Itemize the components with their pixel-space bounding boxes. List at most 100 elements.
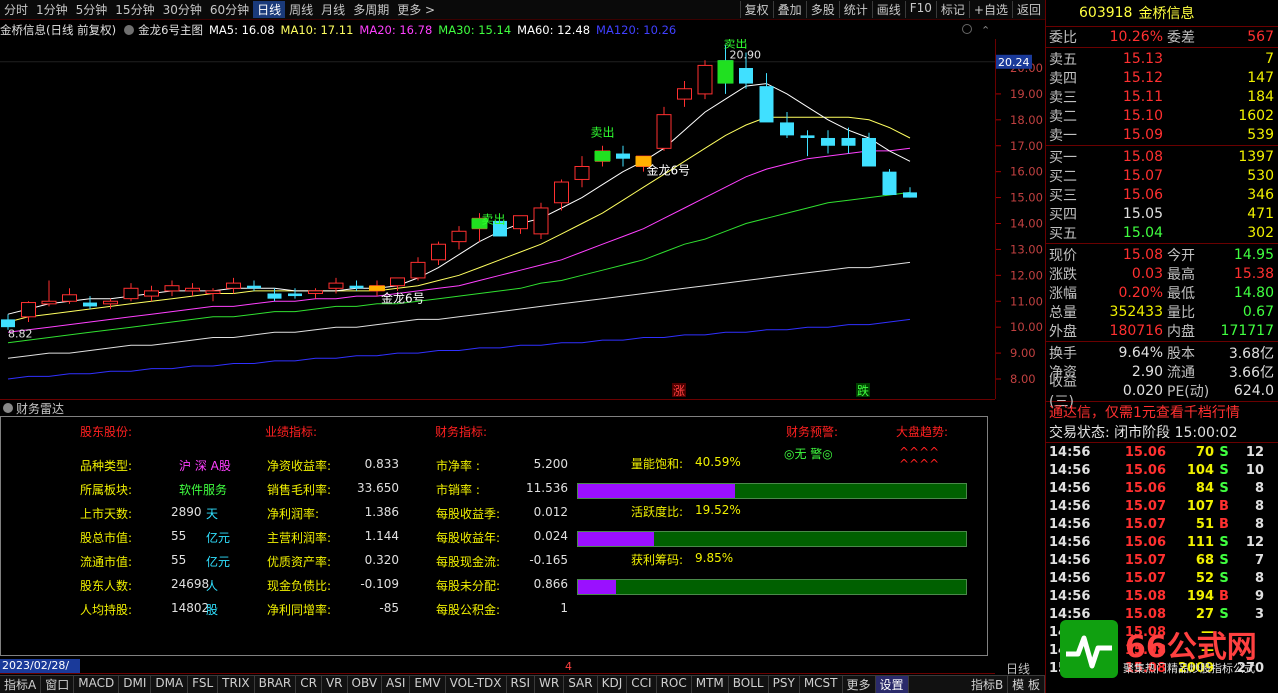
indicator-tab[interactable]: ASI	[382, 676, 411, 693]
tool-button[interactable]: 复权	[739, 1, 773, 18]
period-tab[interactable]: 60分钟	[206, 1, 253, 18]
high-price-label: 20.90	[730, 49, 762, 62]
period-tab[interactable]: 15分钟	[111, 1, 158, 18]
radar-value: 1.386	[364, 505, 399, 519]
gauge-value: 9.85%	[695, 551, 734, 565]
period-tab[interactable]: 更多 >	[393, 1, 439, 18]
tool-button[interactable]: 画线	[871, 1, 905, 18]
period-tab[interactable]: 月线	[317, 1, 349, 18]
indicator-tab[interactable]: SAR	[564, 676, 598, 693]
radar-value: -0.109	[360, 577, 399, 591]
indicator-tab[interactable]: BOLL	[729, 676, 769, 693]
indicator-tab[interactable]: 指标A	[0, 676, 42, 693]
stat-value: 180716	[1109, 322, 1163, 339]
gauge-value: 19.52%	[695, 503, 741, 517]
stock-name: 金桥信息	[1138, 6, 1195, 22]
indicator-menu-icon[interactable]	[124, 25, 135, 35]
ma-legend-item: MA5: 16.08	[208, 23, 275, 37]
order-level-label: 卖五	[1049, 51, 1077, 68]
tool-button[interactable]: +自选	[968, 1, 1012, 18]
kline-chart[interactable]: 20.908.82卖出卖出卖出金龙6号金龙6号涨跌	[0, 39, 995, 399]
ad-banner[interactable]: 通达信，仅需1元查看千档行情	[1046, 403, 1278, 423]
ask-row[interactable]: 卖一 15.09 539	[1046, 125, 1278, 144]
tool-button[interactable]: F10	[904, 1, 936, 18]
bid-row[interactable]: 买一 15.08 1397	[1046, 147, 1278, 166]
period-tabs: 分时 1分钟 5分钟 15分钟 30分钟 60分钟 日线 周线 月线 多周期 更多 >	[0, 1, 439, 18]
order-volume: 530	[1247, 167, 1274, 184]
bid-row[interactable]: 买三 15.06 346	[1046, 185, 1278, 204]
close-indicator-icon[interactable]	[962, 24, 972, 34]
tool-button[interactable]: 叠加	[772, 1, 806, 18]
period-tab[interactable]: 1分钟	[32, 1, 72, 18]
tick-row: 14:56 15.07 51 B 8	[1046, 515, 1278, 533]
indicator-tab[interactable]: EMV	[410, 676, 446, 693]
radar-collapse-icon[interactable]	[3, 403, 13, 413]
indicator-tab[interactable]: RSI	[507, 676, 536, 693]
indicator-tab[interactable]: DMA	[151, 676, 189, 693]
radar-key: 每股现金流:	[436, 555, 501, 569]
indicator-tab[interactable]: CR	[296, 676, 322, 693]
period-tab[interactable]: 30分钟	[159, 1, 206, 18]
radar-key: 净利润率:	[267, 507, 320, 521]
radar-key: 股总市值:	[80, 531, 133, 545]
indicator-tab[interactable]: MTM	[692, 676, 729, 693]
indicator-tab[interactable]: PSY	[769, 676, 800, 693]
period-tab[interactable]: 5分钟	[72, 1, 112, 18]
period-tab[interactable]: 多周期	[349, 1, 393, 18]
bid-row[interactable]: 买五 15.04 302	[1046, 223, 1278, 242]
tick-row: 14:56 15.06 84 S 8	[1046, 479, 1278, 497]
indicator-tab[interactable]: VR	[322, 676, 348, 693]
order-volume: 302	[1247, 224, 1274, 241]
bid-row[interactable]: 买四 15.05 471	[1046, 204, 1278, 223]
indicator-side-tab[interactable]: 模 板	[1008, 676, 1045, 693]
period-tab[interactable]: 日线	[253, 1, 286, 18]
period-tab[interactable]: 分时	[0, 1, 32, 18]
gauge-fill	[578, 532, 654, 546]
ask-row[interactable]: 卖三 15.11 184	[1046, 87, 1278, 106]
tool-button[interactable]: 统计	[838, 1, 872, 18]
indicator-tab[interactable]: VOL-TDX	[446, 676, 507, 693]
order-volume: 1397	[1238, 148, 1274, 165]
bid-row[interactable]: 买二 15.07 530	[1046, 166, 1278, 185]
order-price: 15.06	[1122, 186, 1163, 203]
indicator-tab[interactable]: DMI	[119, 676, 152, 693]
stat-value: 15.38	[1233, 265, 1274, 282]
expand-icon[interactable]: ⌃	[981, 24, 990, 37]
indicator-tab[interactable]: 设置	[875, 676, 909, 693]
tick-row: 14:56 15.08 194 B 9	[1046, 587, 1278, 605]
indicator-tab[interactable]: MACD	[74, 676, 120, 693]
ask-row[interactable]: 卖二 15.10 1602	[1046, 106, 1278, 125]
radar-key: 股东人数:	[80, 579, 133, 593]
indicator-tab[interactable]: FSL	[188, 676, 219, 693]
tool-button[interactable]: 返回	[1011, 1, 1045, 18]
tick-row: 14:56 15.06 70 S 12	[1046, 443, 1278, 461]
gauge-bar	[577, 483, 967, 499]
indicator-tab[interactable]: TRIX	[218, 676, 255, 693]
tool-button[interactable]: 多股	[805, 1, 839, 18]
indicator-tab[interactable]: OBV	[348, 676, 383, 693]
stat-label: 涨幅	[1049, 285, 1077, 302]
radar-value: 0.024	[533, 529, 568, 543]
radar-key: 每股未分配:	[436, 579, 501, 593]
indicator-tab[interactable]: 更多	[843, 676, 876, 693]
wb-label: 委比	[1049, 29, 1077, 46]
ask-row[interactable]: 卖四 15.12 147	[1046, 68, 1278, 87]
indicator-tab[interactable]: CCI	[627, 676, 657, 693]
indicator-tab[interactable]: WR	[535, 676, 565, 693]
period-tab[interactable]: 周线	[285, 1, 317, 18]
indicator-tab[interactable]: ROC	[657, 676, 692, 693]
ask-row[interactable]: 卖五 15.13 7	[1046, 49, 1278, 68]
tool-button[interactable]: 标记	[935, 1, 969, 18]
indicator-tab[interactable]: BRAR	[255, 676, 297, 693]
radar-value: 0.866	[533, 577, 568, 591]
indicator-list: 指标A 窗口 MACD DMI DMA FSL TRIX BRAR CR VR OBV ASI EMV V…	[0, 676, 909, 693]
indicator-tab[interactable]: 窗口	[41, 676, 75, 693]
order-price: 15.10	[1122, 107, 1163, 124]
indicator-side-tab[interactable]: 指标B	[967, 676, 1009, 693]
indicator-tab[interactable]: MCST	[800, 676, 843, 693]
stat-value: 0.020	[1122, 382, 1163, 399]
indicator-tab[interactable]: KDJ	[598, 676, 628, 693]
indicator-name[interactable]: 金龙6号主图	[138, 22, 203, 38]
radar-value: 0.320	[364, 553, 399, 567]
stat-value: 14.80	[1233, 284, 1274, 301]
